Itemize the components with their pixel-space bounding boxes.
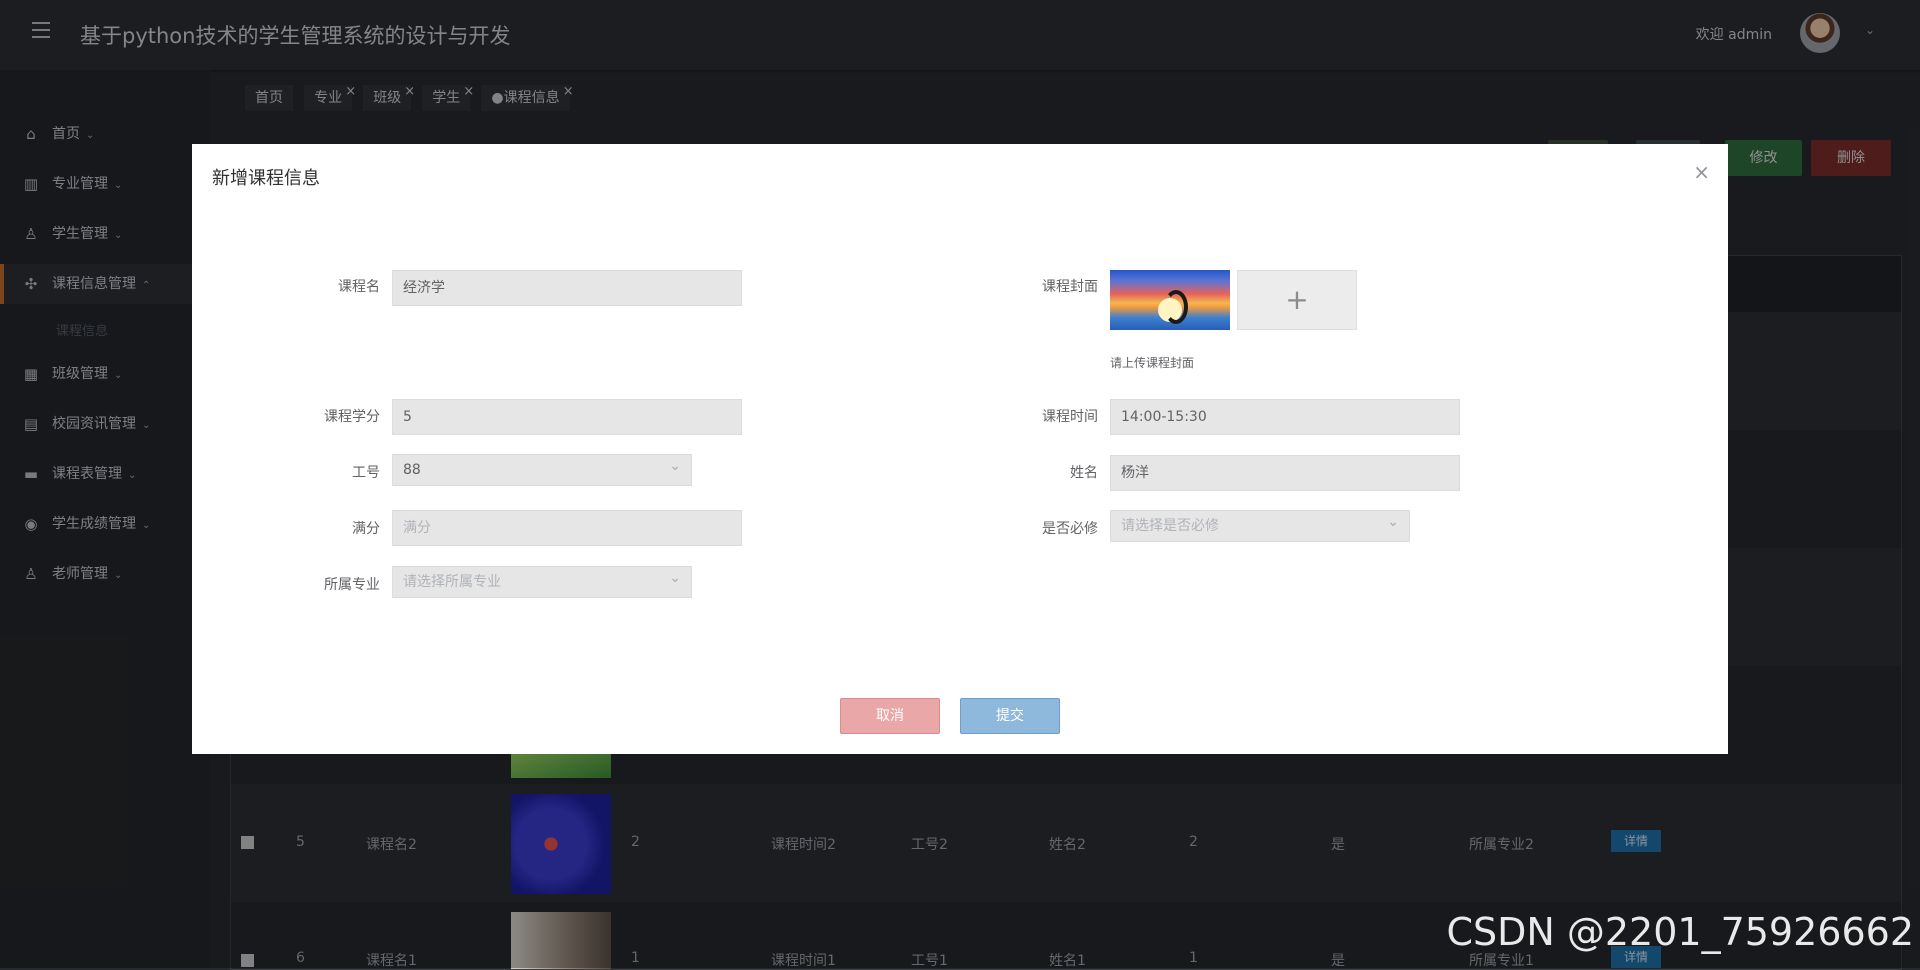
full-score-label: 满分 bbox=[352, 521, 380, 537]
cover-label: 课程封面 bbox=[1042, 279, 1098, 295]
upload-plus-icon[interactable]: + bbox=[1237, 270, 1357, 330]
cancel-button[interactable]: 取消 bbox=[840, 698, 940, 734]
add-course-dialog: 新增课程信息 × 课程名 经济学 课程学分 5 工号 88 满分 满分 所属专业… bbox=[192, 144, 1728, 754]
cover-image-preview[interactable] bbox=[1110, 270, 1230, 330]
teacher-name-input[interactable]: 杨洋 bbox=[1110, 455, 1460, 491]
close-icon[interactable]: × bbox=[1693, 160, 1710, 184]
required-select[interactable]: 请选择是否必修 bbox=[1110, 507, 1410, 542]
major-select[interactable]: 请选择所属专业 bbox=[392, 563, 692, 598]
required-label: 是否必修 bbox=[1042, 521, 1098, 537]
credit-input[interactable]: 5 bbox=[392, 399, 742, 435]
teacher-id-select[interactable]: 88 bbox=[392, 451, 692, 486]
submit-button[interactable]: 提交 bbox=[960, 698, 1060, 734]
watermark: CSDN @2201_75926662 bbox=[1446, 910, 1914, 954]
course-name-input[interactable]: 经济学 bbox=[392, 270, 742, 306]
dialog-title: 新增课程信息 bbox=[212, 168, 320, 189]
teacher-name-label: 姓名 bbox=[1070, 465, 1098, 481]
teacher-id-label: 工号 bbox=[352, 465, 380, 481]
course-name-label: 课程名 bbox=[338, 279, 380, 295]
credit-label: 课程学分 bbox=[324, 409, 380, 425]
major-label: 所属专业 bbox=[324, 577, 380, 593]
course-time-label: 课程时间 bbox=[1042, 409, 1098, 425]
cover-hint: 请上传课程封面 bbox=[1110, 356, 1195, 370]
mouse-cursor bbox=[548, 690, 562, 704]
course-time-input[interactable]: 14:00-15:30 bbox=[1110, 399, 1460, 435]
full-score-input[interactable]: 满分 bbox=[392, 510, 742, 546]
